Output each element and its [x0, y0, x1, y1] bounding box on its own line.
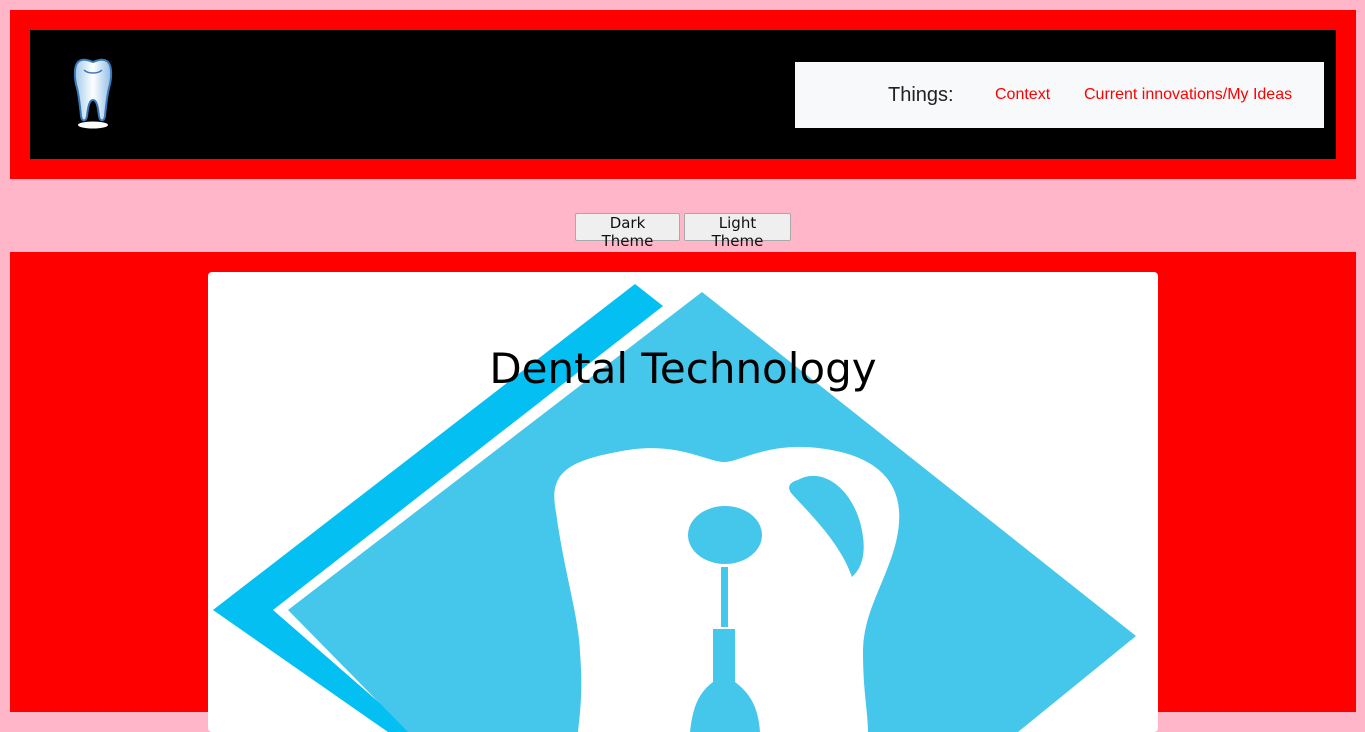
- nav-link-context[interactable]: Context: [995, 86, 1050, 104]
- instrument-head: [688, 506, 762, 564]
- instrument-grip: [713, 629, 735, 684]
- hero-card: Dental Technology: [208, 272, 1158, 732]
- light-theme-button[interactable]: Light Theme: [684, 213, 791, 250]
- tooth-icon[interactable]: [68, 56, 118, 130]
- navbar-brand: Things:: [888, 84, 954, 106]
- page-title: Dental Technology: [489, 344, 877, 393]
- nav-link-innovations[interactable]: Current innovations/My Ideas: [1084, 86, 1292, 104]
- main-frame: Dental Technology: [10, 252, 1356, 732]
- header-frame: Things: Context Current innovations/My I…: [10, 10, 1356, 179]
- dark-theme-button[interactable]: Dark Theme: [575, 213, 680, 250]
- header-bar: Things: Context Current innovations/My I…: [30, 30, 1336, 159]
- dental-technology-logo: [213, 284, 1136, 732]
- instrument-shaft: [721, 567, 728, 627]
- navbar: Things: Context Current innovations/My I…: [795, 62, 1324, 128]
